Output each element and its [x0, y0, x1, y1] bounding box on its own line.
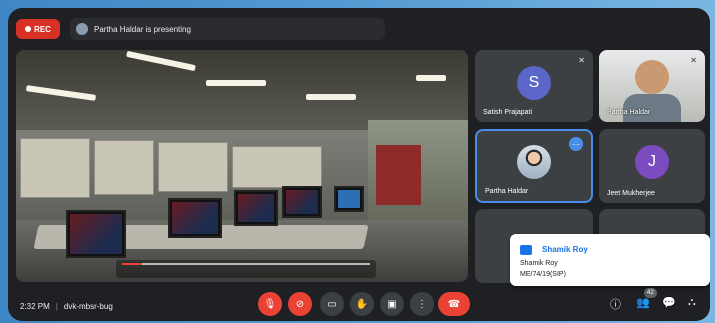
video-scene-light — [306, 94, 356, 100]
chat-icon[interactable]: 💬 — [662, 296, 676, 309]
video-scene-light — [206, 80, 266, 86]
more-options-button[interactable]: ⋮ — [410, 292, 434, 316]
present-icon: ▣ — [387, 298, 397, 310]
video-progress-fill — [122, 263, 142, 265]
leave-call-button[interactable]: ☎ — [438, 292, 470, 316]
toast-sender: Shamik Roy — [542, 245, 588, 254]
present-button[interactable]: ▣ — [380, 292, 404, 316]
shared-screen-video[interactable] — [16, 50, 468, 282]
presenter-avatar — [76, 23, 88, 35]
camera-toggle-button[interactable]: ⊘ — [288, 292, 312, 316]
outer-frame: REC Partha Haldar is presenting S ✕ Sati… — [0, 0, 715, 323]
more-options-icon[interactable]: ⋯ — [569, 137, 583, 151]
meeting-code: dvk-mbsr-bug — [63, 302, 113, 311]
participant-avatar-photo — [517, 145, 551, 179]
participant-name: Satish Prajapati — [483, 109, 533, 116]
captions-button[interactable]: ▭ — [320, 292, 344, 316]
video-scene-monitor — [334, 186, 364, 212]
video-scene-control-panel — [20, 138, 90, 198]
avatar-initial: J — [648, 153, 656, 170]
recording-badge[interactable]: REC — [16, 19, 60, 39]
mic-off-icon: ✕ — [690, 56, 697, 65]
participant-tile[interactable]: J Jeet Mukherjee — [599, 129, 705, 203]
presenting-banner: Partha Haldar is presenting — [70, 18, 385, 40]
participant-avatar: S — [517, 66, 551, 100]
mic-off-icon: 🎙 — [263, 298, 277, 310]
mic-off-icon: ✕ — [578, 56, 585, 65]
participant-avatar: J — [635, 145, 669, 179]
captions-icon: ▭ — [327, 298, 337, 310]
avatar-initial: S — [528, 74, 540, 91]
meet-window: REC Partha Haldar is presenting S ✕ Sati… — [8, 8, 710, 321]
participant-count-badge: 42 — [644, 288, 657, 298]
video-player-controls[interactable] — [116, 260, 376, 278]
video-scene-cabinet — [376, 145, 421, 205]
toast-message-line: ME/74/19(SIP) — [520, 271, 566, 278]
toast-message-line: Shamik Roy — [520, 260, 558, 267]
hand-icon: ✋ — [355, 298, 369, 310]
raise-hand-button[interactable]: ✋ — [350, 292, 374, 316]
mic-toggle-button[interactable]: 🎙 — [258, 292, 282, 316]
chat-notification-toast[interactable]: Shamik Roy Shamik Roy ME/74/19(SIP) — [510, 234, 710, 286]
participant-name: Jeet Mukherjee — [607, 190, 655, 197]
info-icon[interactable]: ⓘ — [610, 296, 621, 312]
recording-label: REC — [34, 24, 51, 34]
phone-hangup-icon: ☎ — [447, 298, 461, 310]
video-scene-monitor — [282, 186, 322, 218]
participant-name: Partha Haldar — [485, 188, 529, 195]
separator: | — [55, 302, 58, 311]
activities-icon[interactable]: ⛬ — [688, 296, 696, 309]
participant-camera-face — [635, 60, 669, 94]
meeting-info: 2:32 PM | dvk-mbsr-bug — [20, 302, 113, 311]
video-scene-monitor — [66, 210, 126, 258]
video-scene-monitor — [234, 190, 278, 226]
video-seek-bar[interactable] — [122, 263, 370, 265]
record-dot-icon — [25, 26, 32, 32]
camera-off-icon: ⊘ — [295, 298, 305, 310]
participant-camera-body — [623, 94, 681, 122]
participant-tile-active[interactable]: ⋯ Partha Haldar — [475, 129, 593, 203]
video-scene-control-panel — [158, 142, 228, 192]
video-scene-control-panel — [94, 140, 154, 195]
presenting-text: Partha Haldar is presenting — [94, 24, 191, 34]
chat-icon — [520, 245, 532, 255]
video-scene-monitor — [168, 198, 222, 238]
more-vert-icon: ⋮ — [417, 298, 427, 310]
video-scene-light — [416, 75, 446, 81]
participant-name: Partha Haldar — [607, 109, 651, 116]
participant-tile[interactable]: S ✕ Satish Prajapati — [475, 50, 593, 122]
participant-tile[interactable]: ✕ Partha Haldar — [599, 50, 705, 122]
video-scene-control-panel — [232, 146, 322, 188]
clock-time: 2:32 PM — [20, 302, 50, 311]
